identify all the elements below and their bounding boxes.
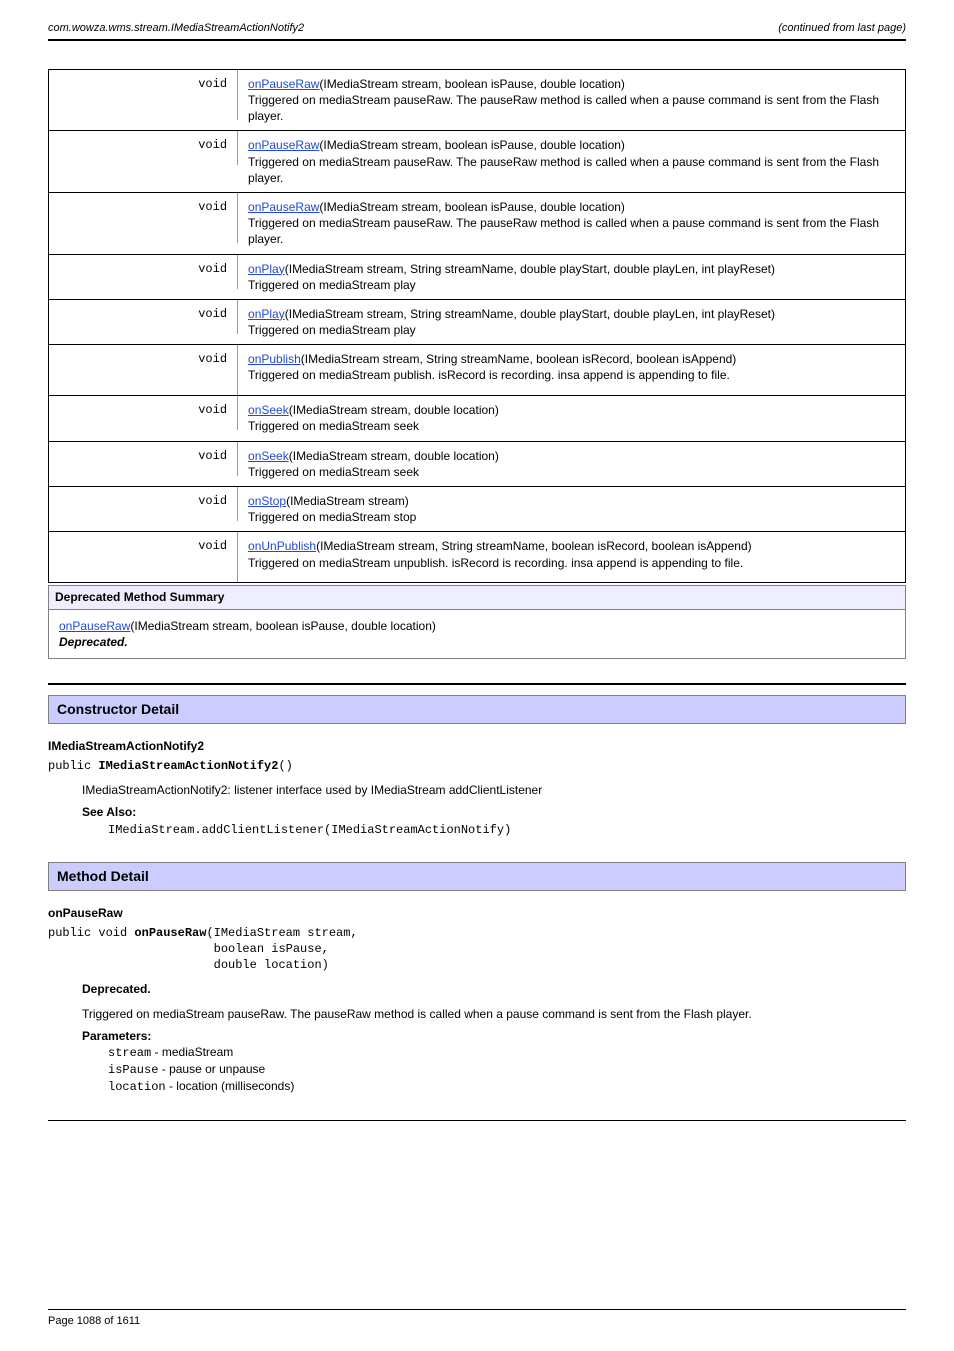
return-type-cell: void [49,396,238,441]
method-link[interactable]: onPauseRaw [248,77,319,91]
method-desc: Triggered on mediaStream play [248,323,416,337]
method-detail-block: onPauseRaw public void onPauseRaw(IMedia… [48,905,906,1096]
header-continued: (continued from last page) [778,21,906,36]
deprecated-summary-row: onPauseRaw(IMediaStream stream, boolean … [48,610,906,659]
method-desc: Triggered on mediaStream play [248,278,416,292]
deprecated-method-link[interactable]: onPauseRaw [59,619,130,633]
method-cell: onStop(IMediaStream stream) Triggered on … [238,487,905,532]
table-row: void onStop(IMediaStream stream) Triggered… [49,487,906,532]
method-divider [48,1120,906,1121]
method-cell: onSeek(IMediaStream stream, double locat… [238,441,905,486]
return-type-cell: void [49,532,238,583]
method-cell: onPlay(IMediaStream stream, String strea… [238,254,905,299]
table-row: voidonPlay(IMediaStream stream, String s… [49,254,906,299]
method-sig: (IMediaStream stream, boolean isPause, d… [319,77,625,91]
method-desc: Triggered on mediaStream stop [248,510,416,524]
table-row: voidonPlay(IMediaStream stream, String s… [49,299,906,344]
method-sig: (IMediaStream stream, String streamName,… [316,539,752,553]
constructor-block: IMediaStreamActionNotify2 public IMediaS… [48,738,906,838]
return-type-cell: void [49,441,238,486]
table-row: voidonPublish(IMediaStream stream, Strin… [49,345,906,396]
table-row: voidonUnPublish(IMediaStream stream, Str… [49,532,906,583]
method-desc: Triggered on mediaStream unpublish. isRe… [248,556,743,570]
parameter-name: stream [108,1046,151,1060]
constructor-signature: public IMediaStreamActionNotify2() [48,758,906,774]
return-type-cell: void [49,487,238,532]
see-also-label: See Also: [82,804,906,820]
method-sig: (IMediaStream stream, double location) [289,449,499,463]
method-name: onPauseRaw [48,905,906,921]
method-link[interactable]: onUnPublish [248,539,316,553]
method-cell: onPauseRaw(IMediaStream stream, boolean … [238,131,905,193]
return-type-cell: void [49,299,238,344]
method-link[interactable]: onSeek [248,449,289,463]
deprecated-method-sig: (IMediaStream stream, boolean isPause, d… [130,619,436,633]
method-link[interactable]: onPublish [248,352,301,366]
return-type-cell: void [49,131,238,193]
method-desc: Triggered on mediaStream pauseRaw. The p… [248,93,879,123]
parameter-item: location - location (milliseconds) [108,1078,906,1095]
method-deprecated-note: Deprecated. [82,981,906,997]
method-sig: (IMediaStream stream, boolean isPause, d… [319,200,625,214]
method-sig: (IMediaStream stream, String streamName,… [301,352,737,366]
method-cell: onPauseRaw(IMediaStream stream, boolean … [238,192,905,254]
method-desc: Triggered on mediaStream pauseRaw. The p… [248,155,879,185]
page-footer: Page 1088 of 1611 [48,1309,906,1329]
parameter-item: isPause - pause or unpause [108,1061,906,1078]
method-detail-heading: Method Detail [48,862,906,891]
parameters-label: Parameters: [82,1028,906,1044]
method-sig: (IMediaStream stream, boolean isPause, d… [319,138,625,152]
method-link[interactable]: onPlay [248,307,285,321]
deprecated-summary-heading: Deprecated Method Summary [48,585,906,609]
constructor-name: IMediaStreamActionNotify2 [48,738,906,754]
method-link[interactable]: onPauseRaw [248,200,319,214]
method-cell: onPublish(IMediaStream stream, String st… [238,345,905,396]
method-link[interactable]: onPauseRaw [248,138,319,152]
deprecated-note: Deprecated. [59,635,128,649]
table-row: voidonSeek(IMediaStream stream, double l… [49,396,906,441]
parameter-desc: - location (milliseconds) [166,1079,295,1093]
table-row: voidonPauseRaw(IMediaStream stream, bool… [49,131,906,193]
method-sig: (IMediaStream stream, String streamName,… [285,307,775,321]
method-sig: (IMediaStream stream, double location) [289,403,499,417]
return-type-cell: void [49,254,238,299]
method-desc: Triggered on mediaStream seek [248,465,419,479]
return-type-cell: void [49,69,238,131]
method-summary-table: voidonPauseRaw(IMediaStream stream, bool… [48,69,906,584]
section-divider [48,683,906,685]
deprecated-summary-title: Deprecated Method Summary [55,590,224,604]
constructor-desc: IMediaStreamActionNotify2: listener inte… [82,782,906,798]
table-row: voidonPauseRaw(IMediaStream stream, bool… [49,192,906,254]
method-sig: (IMediaStream stream) [286,494,409,508]
method-link[interactable]: onStop [248,494,286,508]
method-link[interactable]: onSeek [248,403,289,417]
method-cell: onPauseRaw(IMediaStream stream, boolean … [238,69,905,131]
method-cell: onUnPublish(IMediaStream stream, String … [238,532,905,583]
constructor-detail-heading: Constructor Detail [48,695,906,724]
method-signature: public void onPauseRaw(IMediaStream stre… [48,925,906,974]
return-type-cell: void [49,345,238,396]
method-link[interactable]: onPlay [248,262,285,276]
footer-page-number: Page 1088 of 1611 [48,1314,140,1329]
method-desc: Triggered on mediaStream pauseRaw. The p… [248,216,879,246]
method-sig: (IMediaStream stream, String streamName,… [285,262,775,276]
method-desc: Triggered on mediaStream seek [248,419,419,433]
table-row: voidonPauseRaw(IMediaStream stream, bool… [49,69,906,131]
header-class-path: com.wowza.wms.stream.IMediaStreamActionN… [48,21,304,36]
see-also-link: IMediaStream.addClientListener(IMediaStr… [108,821,906,838]
method-cell: onPlay(IMediaStream stream, String strea… [238,299,905,344]
method-description: Triggered on mediaStream pauseRaw. The p… [82,1006,906,1022]
method-desc: Triggered on mediaStream publish. isReco… [248,368,730,382]
parameter-name: location [108,1080,166,1094]
page-header: com.wowza.wms.stream.IMediaStreamActionN… [48,21,906,41]
parameter-desc: - mediaStream [151,1045,233,1059]
table-row: voidonSeek(IMediaStream stream, double l… [49,441,906,486]
return-type-cell: void [49,192,238,254]
parameter-item: stream - mediaStream [108,1044,906,1061]
parameter-name: isPause [108,1063,158,1077]
method-cell: onSeek(IMediaStream stream, double locat… [238,396,905,441]
parameter-desc: - pause or unpause [158,1062,265,1076]
